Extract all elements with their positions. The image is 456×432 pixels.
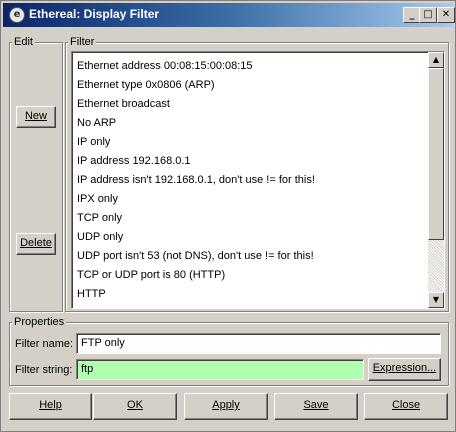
title-bar[interactable]: e Ethereal: Display Filter _ □ ✕ [3,3,455,27]
filter-string-label: Filter string: [15,364,73,376]
edit-group-label: Edit [12,36,35,48]
filter-list[interactable]: Ethernet address 00:08:15:00:08:15 Ether… [71,51,445,309]
list-item[interactable]: UDP only [76,228,421,247]
filter-string-input[interactable]: ftp [76,359,364,380]
apply-button-label: Apply [212,399,240,411]
list-item[interactable]: Ethernet broadcast [76,95,421,114]
list-item[interactable]: TCP only [76,209,421,228]
scroll-thumb[interactable] [428,68,444,240]
expression-button-label: Expression... [372,362,437,374]
save-button[interactable]: Save [274,393,358,420]
scroll-up-arrow-icon[interactable]: ▲ [428,52,444,68]
filter-list-scrollbar[interactable]: ▲ ▼ [428,52,444,308]
list-item[interactable]: No ARP [76,114,421,133]
properties-group-label: Properties [12,316,67,328]
list-item[interactable]: IP only [76,133,421,152]
ok-button[interactable]: OK [93,393,177,420]
filter-name-label: Filter name: [15,338,74,350]
list-item[interactable]: HTTP [76,285,421,304]
list-item[interactable]: TCP or UDP port is 80 (HTTP) [76,266,421,285]
close-window-button[interactable]: ✕ [437,7,455,23]
delete-button[interactable]: Delete [16,233,56,255]
list-item[interactable]: Ethernet type 0x0806 (ARP) [76,76,421,95]
maximize-button[interactable]: □ [419,7,437,23]
delete-button-label: Delete [20,237,52,249]
window-title: Ethereal: Display Filter [29,7,160,21]
list-item[interactable]: UDP port isn't 53 (not DNS), don't use !… [76,247,421,266]
save-button-label: Save [303,399,329,411]
help-button-label: Help [39,399,62,411]
filter-group-label: Filter [68,36,97,48]
help-button[interactable]: Help [9,393,92,420]
scroll-down-arrow-icon[interactable]: ▼ [428,292,444,308]
filter-list-items: Ethernet address 00:08:15:00:08:15 Ether… [76,57,421,304]
close-button-label: Close [391,399,421,411]
list-item[interactable]: IP address 192.168.0.1 [76,152,421,171]
new-button[interactable]: New [16,106,56,128]
ok-button-label: OK [127,399,143,411]
list-item[interactable]: Ethernet address 00:08:15:00:08:15 [76,57,421,76]
list-item[interactable]: IP address isn't 192.168.0.1, don't use … [76,171,421,190]
list-item[interactable]: IPX only [76,190,421,209]
apply-button[interactable]: Apply [184,393,268,420]
expression-button[interactable]: Expression... [368,358,441,381]
new-button-label: New [24,110,47,122]
display-filter-dialog: e Ethereal: Display Filter _ □ ✕ Edit Ne… [0,0,456,432]
filter-name-input[interactable]: FTP only [76,333,441,354]
ethereal-app-icon: e [9,7,25,23]
edit-group: Edit [9,36,63,312]
close-button[interactable]: Close [364,393,448,420]
